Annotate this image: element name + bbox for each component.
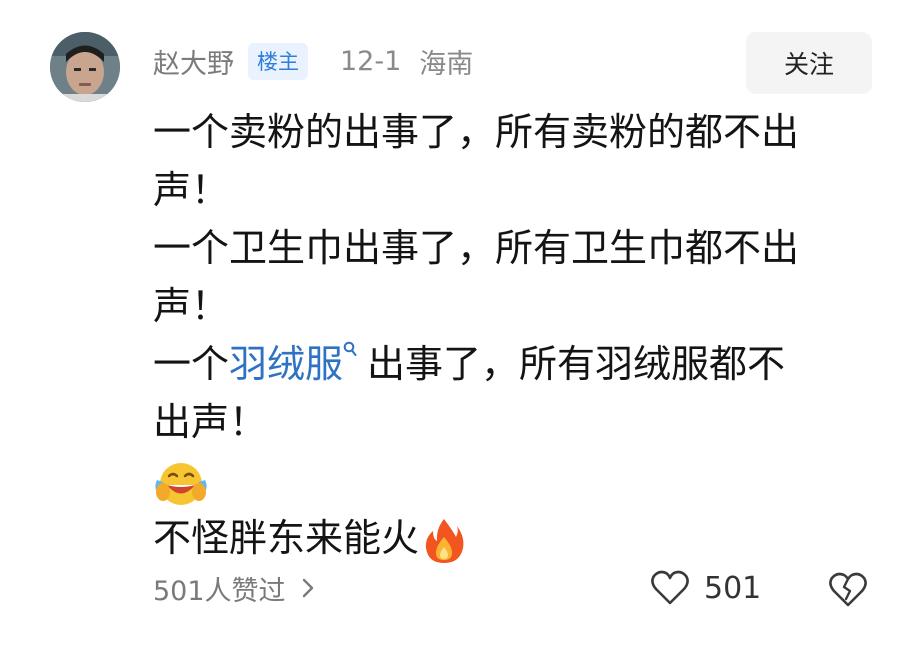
- username[interactable]: 赵大野: [153, 42, 234, 81]
- author-badge: 楼主: [248, 42, 308, 80]
- comment-text: 不怪胖东来能火: [153, 516, 420, 560]
- search-icon: [343, 341, 357, 356]
- comment-text: 出事了，所有羽绒服都不: [367, 342, 786, 386]
- face-with-tears-of-joy-emoji: [155, 462, 207, 505]
- like-count: 501: [704, 570, 762, 606]
- likers-summary-link[interactable]: 501人赞过: [153, 570, 314, 607]
- comment-body: 一个卖粉的出事了，所有卖粉的都不出 声！ 一个卫生巾出事了，所有卫生巾都不出 声…: [153, 103, 873, 567]
- comment-line: 声！: [153, 168, 230, 212]
- topic-link-label: 羽绒服: [229, 342, 344, 386]
- dislike-button[interactable]: [826, 567, 870, 611]
- emoji-line: [153, 451, 873, 509]
- comment-line: 声！: [153, 284, 230, 328]
- broken-heart-icon: [829, 572, 867, 607]
- avatar[interactable]: [50, 32, 120, 102]
- likers-count-text: 501人赞过: [153, 575, 286, 607]
- avatar-image: [50, 32, 120, 102]
- comment-text: 一个: [153, 342, 230, 386]
- comment-last-line: 不怪胖东来能火: [153, 509, 873, 567]
- heart-icon: [651, 570, 689, 605]
- comment-line: 一个卫生巾出事了，所有卫生巾都不出: [153, 226, 800, 270]
- chevron-right-icon: [302, 578, 313, 598]
- comment-line: 一个卖粉的出事了，所有卖粉的都不出: [153, 110, 800, 154]
- comment-location: 海南: [419, 48, 474, 80]
- topic-link[interactable]: 羽绒服: [229, 341, 367, 386]
- comment-header: 赵大野 楼主 12-1 海南: [153, 42, 473, 80]
- comment-line: 出声！: [153, 400, 268, 444]
- like-button[interactable]: 501: [650, 566, 761, 610]
- follow-button[interactable]: 关注: [746, 32, 872, 94]
- comment-line-with-topic: 一个羽绒服 出事了，所有羽绒服都不: [153, 335, 873, 393]
- fire-emoji: [425, 518, 464, 563]
- comment-date: 12-1: [340, 45, 402, 77]
